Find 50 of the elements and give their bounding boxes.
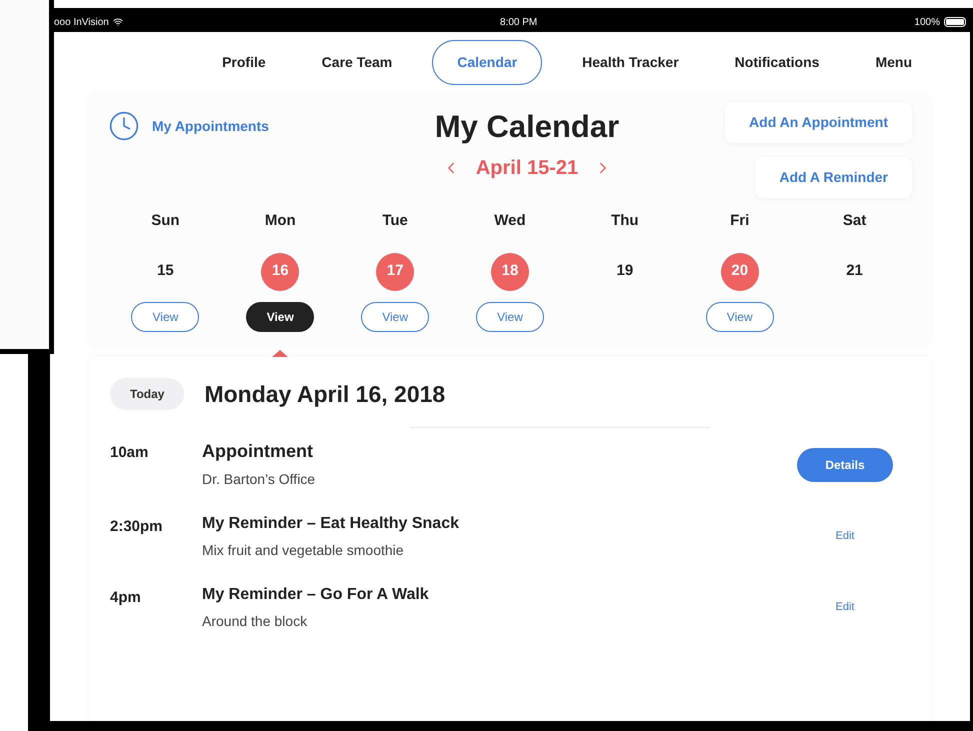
my-appointments-link[interactable]: My Appointments (108, 110, 269, 142)
nav-tab[interactable]: Profile (198, 40, 290, 84)
weekday-label: Sat (842, 211, 866, 231)
nav-tab[interactable]: Health Tracker (558, 40, 703, 84)
entry-title: My Reminder – Go For A Walk (202, 585, 430, 605)
day-number: 16 (261, 252, 300, 290)
view-button[interactable]: View (131, 302, 200, 332)
edit-link[interactable]: Edit (836, 528, 854, 544)
day-number: 18 (490, 252, 529, 290)
entry-title: Appointment (202, 440, 314, 463)
nav-tab[interactable]: Menu (851, 40, 936, 84)
entry-subtitle: Around the block (202, 612, 308, 631)
clock-label: 8:00 PM (500, 16, 538, 30)
selected-day-heading: Monday April 16, 2018 (204, 380, 446, 409)
view-button[interactable]: View (361, 302, 430, 332)
weekday-label: Mon (264, 211, 296, 231)
weekday-label: Thu (611, 211, 639, 231)
entry-time: 2:30pm (110, 517, 164, 537)
view-button[interactable]: View (246, 302, 314, 332)
entry-time: 10am (110, 443, 150, 463)
wifi-icon (112, 17, 123, 27)
edit-link[interactable]: Edit (836, 599, 854, 616)
week-range: April 15-21 (476, 156, 578, 180)
entry-subtitle: Dr. Barton’s Office (202, 470, 316, 489)
entry-title: My Reminder – Eat Healthy Snack (202, 514, 460, 534)
weekday-label: Fri (730, 211, 750, 231)
page-title: My Calendar (434, 108, 620, 146)
today-badge: Today (110, 378, 184, 410)
day-number: 21 (845, 261, 864, 282)
day-number: 17 (376, 252, 414, 290)
weekday-label: Wed (494, 211, 526, 231)
battery-icon (944, 17, 966, 27)
battery-label: 100% (914, 16, 940, 30)
add-link[interactable]: Add An Appointment (725, 102, 912, 143)
details-button[interactable]: Details (797, 448, 893, 482)
entry-subtitle: Mix fruit and vegetable smoothie (202, 541, 405, 560)
nav-tab[interactable]: Care Team (298, 40, 416, 84)
clock-icon (108, 110, 140, 142)
weekday-label: Tue (382, 211, 408, 231)
entry-time: 4pm (110, 588, 142, 608)
add-link[interactable]: Add A Reminder (755, 157, 912, 198)
day-number: 20 (720, 252, 759, 290)
weekday-label: Sun (151, 211, 180, 231)
day-number: 19 (616, 261, 634, 282)
view-button[interactable]: View (706, 302, 774, 332)
carrier-label: ooo InVision (54, 16, 109, 30)
nav-tab[interactable]: Notifications (710, 40, 844, 84)
view-button[interactable]: View (476, 302, 544, 332)
day-number: 15 (156, 261, 175, 282)
nav-tab[interactable]: Calendar (432, 40, 542, 84)
